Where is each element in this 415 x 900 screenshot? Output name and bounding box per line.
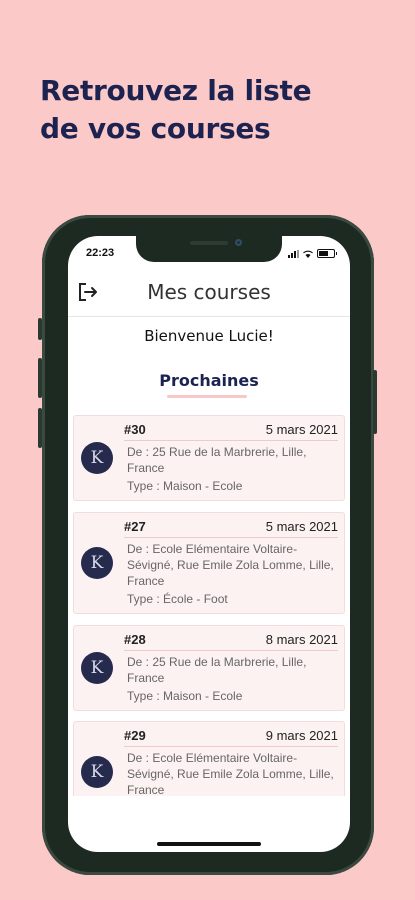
driver-avatar: K — [81, 547, 113, 579]
phone-side-button — [38, 318, 42, 340]
ride-card[interactable]: K #27 5 mars 2021 De : Ecole Elémentaire… — [73, 512, 345, 614]
card-divider — [124, 746, 338, 747]
ride-number: #28 — [124, 632, 146, 647]
driver-avatar: K — [81, 756, 113, 788]
status-icons — [288, 249, 337, 258]
ride-date: 5 mars 2021 — [265, 422, 338, 437]
driver-avatar: K — [81, 442, 113, 474]
ride-date: 9 mars 2021 — [265, 728, 338, 743]
ride-date: 5 mars 2021 — [265, 519, 338, 534]
home-indicator[interactable] — [157, 842, 261, 846]
driver-avatar: K — [81, 652, 113, 684]
ride-date: 8 mars 2021 — [265, 632, 338, 647]
tab-upcoming[interactable]: Prochaines — [68, 371, 350, 390]
phone-notch — [136, 236, 282, 262]
ride-pickup-address: De : Ecole Elémentaire Voltaire-Sévigné,… — [127, 751, 334, 796]
cellular-signal-icon — [288, 249, 299, 258]
marketing-headline: Retrouvez la liste de vos courses — [40, 72, 400, 148]
wifi-icon — [303, 250, 313, 258]
speaker-grille — [190, 241, 228, 245]
phone-volume-down-button — [38, 408, 42, 448]
card-divider — [124, 650, 338, 651]
headline-line-1: Retrouvez la liste — [40, 74, 312, 107]
phone-volume-up-button — [38, 358, 42, 398]
tab-active-indicator — [167, 395, 247, 398]
card-divider — [124, 537, 338, 538]
ride-pickup-address: De : Ecole Elémentaire Voltaire-Sévigné,… — [127, 542, 334, 588]
ride-type: Type : Maison - Ecole — [127, 689, 243, 703]
headline-line-2: de vos courses — [40, 112, 271, 145]
welcome-message: Bienvenue Lucie! — [144, 327, 274, 345]
ride-type: Type : École - Foot — [127, 592, 228, 606]
ride-number: #27 — [124, 519, 146, 534]
ride-pickup-address: De : 25 Rue de la Marbrerie, Lille, Fran… — [127, 655, 307, 685]
ride-number: #29 — [124, 728, 146, 743]
page-title: Mes courses — [147, 280, 271, 304]
ride-pickup-address: De : 25 Rue de la Marbrerie, Lille, Fran… — [127, 445, 307, 475]
ride-card[interactable]: K #30 5 mars 2021 De : 25 Rue de la Marb… — [73, 415, 345, 501]
status-time: 22:23 — [86, 247, 115, 259]
ride-type: Type : Maison - Ecole — [127, 479, 243, 493]
rides-list[interactable]: K #30 5 mars 2021 De : 25 Rue de la Marb… — [68, 408, 350, 796]
phone-power-button — [373, 370, 377, 434]
ride-card[interactable]: K #28 8 mars 2021 De : 25 Rue de la Marb… — [73, 625, 345, 711]
camera-icon — [235, 239, 242, 246]
card-divider — [124, 440, 338, 441]
battery-icon — [317, 249, 337, 258]
ride-number: #30 — [124, 422, 146, 437]
ride-card[interactable]: K #29 9 mars 2021 De : Ecole Elémentaire… — [73, 721, 345, 796]
